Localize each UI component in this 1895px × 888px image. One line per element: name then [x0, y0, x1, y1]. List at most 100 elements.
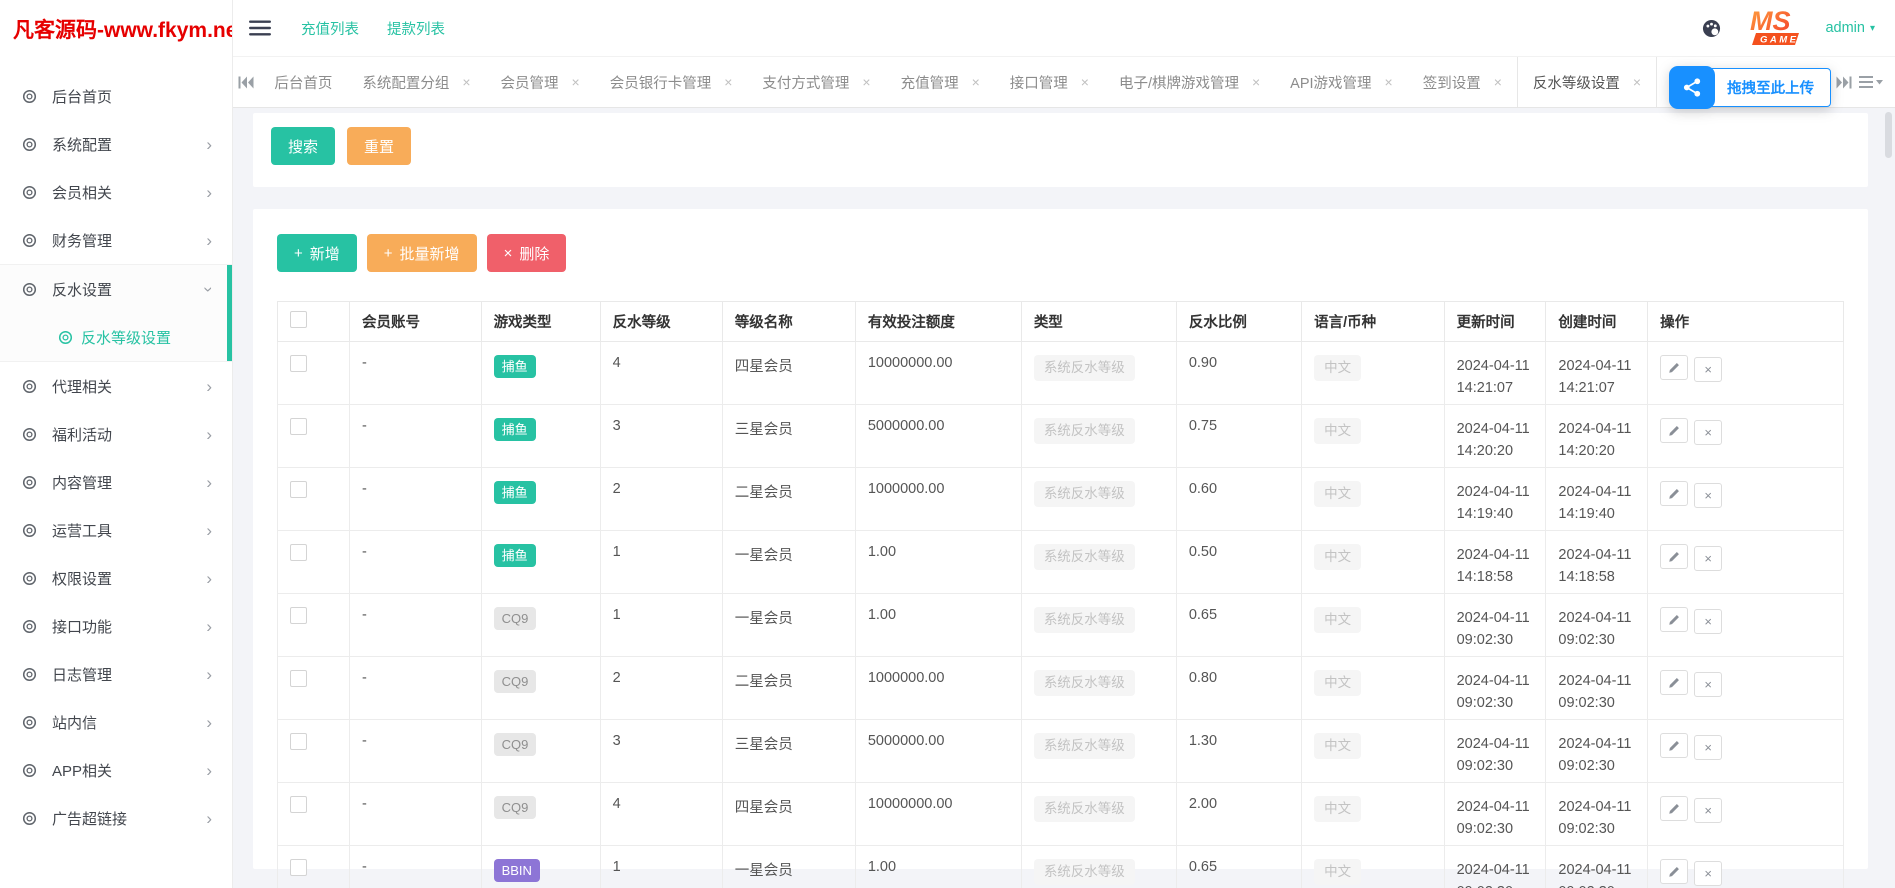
- delete-row-button[interactable]: ×: [1694, 608, 1723, 634]
- tabs-menu-icon[interactable]: [1857, 57, 1885, 107]
- circle-icon: [22, 427, 37, 442]
- sidebar-item-member-related[interactable]: 会员相关 ›: [0, 168, 232, 216]
- member-account: -: [362, 544, 367, 560]
- row-checkbox[interactable]: [290, 544, 307, 561]
- rebate-level: 1: [612, 859, 621, 875]
- upload-dropzone[interactable]: 拖拽至此上传: [1669, 65, 1832, 109]
- delete-row-button[interactable]: ×: [1694, 671, 1723, 697]
- edit-button[interactable]: [1660, 733, 1689, 758]
- tab-member-management[interactable]: 会员管理 ×: [486, 57, 595, 107]
- select-all-checkbox[interactable]: [290, 311, 307, 328]
- member-account: -: [362, 481, 367, 497]
- topnav-withdraw-list[interactable]: 提款列表: [387, 18, 445, 39]
- sidebar-item-operation-tools[interactable]: 运营工具 ›: [0, 506, 232, 554]
- delete-row-button[interactable]: ×: [1694, 545, 1723, 571]
- tab-system-config-group[interactable]: 系统配置分组 ×: [347, 57, 485, 107]
- edit-button[interactable]: [1660, 418, 1689, 443]
- operations-cell: ×: [1647, 845, 1844, 888]
- tab-recharge-management[interactable]: 充值管理 ×: [886, 57, 995, 107]
- tab-member-bankcard-management[interactable]: 会员银行卡管理 ×: [595, 57, 748, 107]
- tab-interface-management[interactable]: 接口管理 ×: [995, 57, 1104, 107]
- created-cell: 2024-04-11 09:02:30: [1545, 593, 1649, 657]
- chevron-down-icon: ▾: [1869, 22, 1875, 34]
- menu-toggle-icon[interactable]: [249, 20, 271, 36]
- user-dropdown[interactable]: admin ▾: [1825, 20, 1875, 36]
- close-icon[interactable]: ×: [862, 75, 870, 89]
- select-all-header: [276, 301, 351, 342]
- edit-button[interactable]: [1660, 481, 1689, 506]
- tab-signin-settings[interactable]: 签到设置 ×: [1408, 57, 1517, 107]
- row-checkbox[interactable]: [290, 355, 307, 372]
- language-cell: 中文: [1301, 341, 1445, 405]
- row-checkbox[interactable]: [290, 859, 307, 876]
- member-account-cell: -: [349, 341, 482, 405]
- close-icon[interactable]: ×: [1494, 75, 1502, 89]
- delete-row-button[interactable]: ×: [1694, 860, 1723, 886]
- close-icon[interactable]: ×: [724, 75, 732, 89]
- batch-add-button[interactable]: + 批量新增: [366, 234, 477, 272]
- sidebar-item-rebate-settings[interactable]: 反水设置 ›: [0, 265, 232, 313]
- search-button[interactable]: 搜索: [271, 127, 336, 165]
- add-button[interactable]: + 新增: [277, 234, 357, 272]
- sidebar-item-dashboard[interactable]: 后台首页: [0, 72, 232, 120]
- level-name: 四星会员: [734, 359, 793, 375]
- updated-cell: 2024-04-11 09:02:30: [1443, 845, 1547, 888]
- sidebar-item-system-config[interactable]: 系统配置 ›: [0, 120, 232, 168]
- bet-amount-cell: 1000000.00: [854, 467, 1022, 531]
- edit-button[interactable]: [1660, 355, 1689, 380]
- sidebar-item-agent-related[interactable]: 代理相关 ›: [0, 362, 232, 410]
- sidebar-group-system-config: 系统配置 ›: [0, 120, 232, 168]
- close-icon[interactable]: ×: [462, 75, 470, 89]
- sidebar-item-log-management[interactable]: 日志管理 ›: [0, 650, 232, 698]
- delete-row-button[interactable]: ×: [1694, 482, 1723, 508]
- delete-button[interactable]: × 删除: [486, 234, 567, 272]
- tabs-scroll-left-icon[interactable]: [233, 57, 259, 107]
- tab-dashboard[interactable]: 后台首页: [259, 57, 347, 107]
- created-cell: 2024-04-11 14:20:20: [1545, 404, 1649, 468]
- sidebar-item-welfare-activities[interactable]: 福利活动 ›: [0, 410, 232, 458]
- close-icon[interactable]: ×: [1081, 75, 1089, 89]
- close-icon[interactable]: ×: [1252, 75, 1260, 89]
- edit-button[interactable]: [1660, 544, 1689, 569]
- row-checkbox[interactable]: [290, 418, 307, 435]
- topnav-recharge-list[interactable]: 充值列表: [301, 18, 359, 39]
- row-checkbox[interactable]: [290, 607, 307, 624]
- close-icon[interactable]: ×: [972, 75, 980, 89]
- tab-api-game-management[interactable]: API游戏管理 ×: [1275, 57, 1408, 107]
- tab-electronic-board-game-management[interactable]: 电子/棋牌游戏管理 ×: [1104, 57, 1275, 107]
- row-checkbox[interactable]: [290, 796, 307, 813]
- table-row: - 捕鱼 1 一星会员 1.00 系统反水等级 0.50 中文 2024-04-11 14:18:…: [276, 530, 1844, 594]
- sidebar-item-ad-hyperlinks[interactable]: 广告超链接 ›: [0, 794, 232, 842]
- level-name: 三星会员: [734, 422, 793, 438]
- close-icon[interactable]: ×: [1633, 75, 1641, 89]
- sidebar-group-content-management: 内容管理 ›: [0, 458, 232, 506]
- delete-row-button[interactable]: ×: [1694, 734, 1723, 760]
- sidebar-subitem-rebate-level-settings[interactable]: 反水等级设置: [0, 313, 232, 361]
- row-checkbox[interactable]: [290, 733, 307, 750]
- sidebar-item-label: 后台首页: [52, 88, 113, 106]
- sidebar-item-app-related[interactable]: APP相关 ›: [0, 746, 232, 794]
- row-checkbox[interactable]: [290, 481, 307, 498]
- sidebar-item-permission-settings[interactable]: 权限设置 ›: [0, 554, 232, 602]
- edit-button[interactable]: [1660, 670, 1689, 695]
- delete-row-button[interactable]: ×: [1694, 419, 1723, 445]
- sidebar-item-finance-management[interactable]: 财务管理 ›: [0, 216, 232, 264]
- row-checkbox[interactable]: [290, 670, 307, 687]
- reset-button[interactable]: 重置: [347, 127, 412, 165]
- sidebar-item-site-messages[interactable]: 站内信 ›: [0, 698, 232, 746]
- created-date: 2024-04-11: [1558, 421, 1632, 437]
- sidebar-item-content-management[interactable]: 内容管理 ›: [0, 458, 232, 506]
- tab-payment-method-management[interactable]: 支付方式管理 ×: [747, 57, 885, 107]
- sidebar-item-interface-functions[interactable]: 接口功能 ›: [0, 602, 232, 650]
- theme-palette-icon[interactable]: [1702, 19, 1721, 38]
- tab-rebate-level-settings[interactable]: 反水等级设置 ×: [1516, 57, 1658, 107]
- delete-row-button[interactable]: ×: [1694, 797, 1723, 823]
- edit-button[interactable]: [1660, 607, 1689, 632]
- close-icon[interactable]: ×: [572, 75, 580, 89]
- delete-row-button[interactable]: ×: [1694, 356, 1723, 382]
- tabs-scroll-right-icon[interactable]: [1831, 57, 1857, 107]
- edit-button[interactable]: [1660, 796, 1689, 821]
- close-icon[interactable]: ×: [1385, 75, 1393, 89]
- page-scrollbar[interactable]: [1885, 112, 1892, 158]
- edit-button[interactable]: [1660, 859, 1689, 884]
